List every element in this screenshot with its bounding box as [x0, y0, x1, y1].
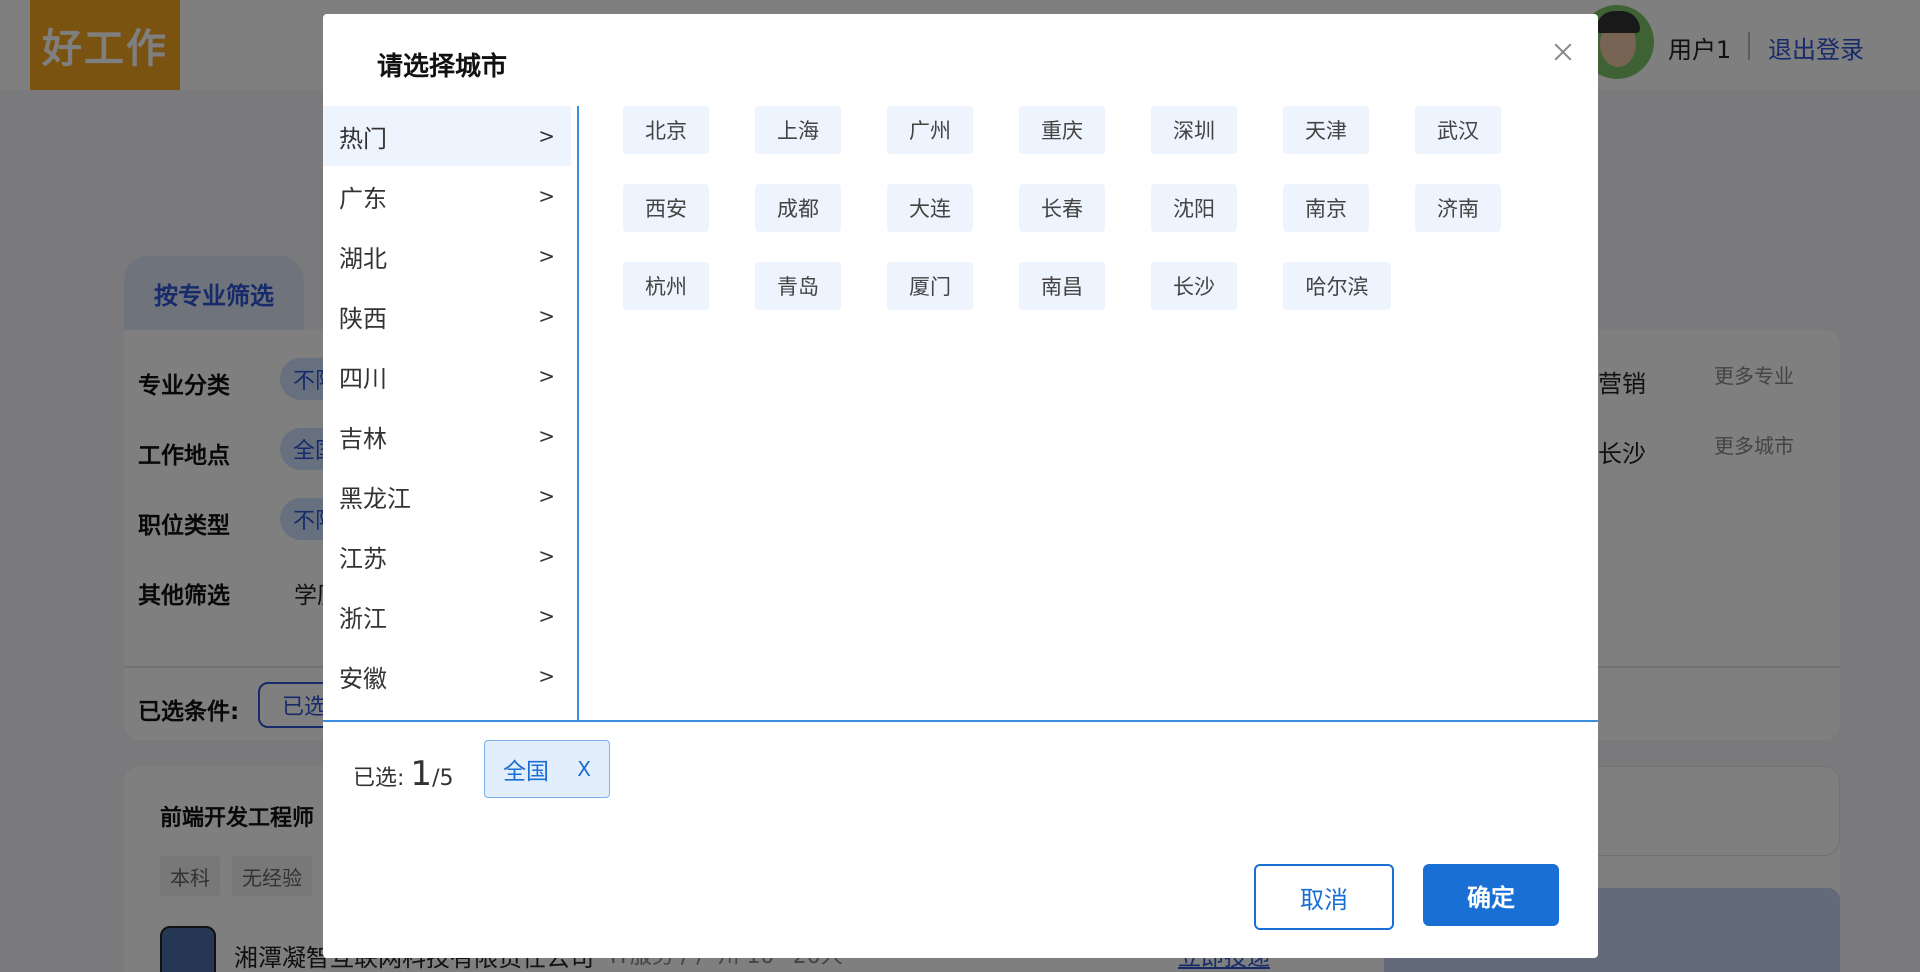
- remove-icon[interactable]: X: [577, 757, 591, 781]
- city-option[interactable]: 南昌: [1019, 262, 1105, 310]
- province-item-anhui[interactable]: 安徽 >: [323, 646, 571, 706]
- chevron-right-icon: >: [538, 604, 555, 628]
- province-label: 广东: [339, 184, 387, 213]
- province-label: 湖北: [339, 244, 387, 273]
- selected-count: 已选: 1 /5: [353, 754, 453, 794]
- chevron-right-icon: >: [538, 304, 555, 328]
- chevron-right-icon: >: [538, 124, 555, 148]
- city-option[interactable]: 上海: [755, 106, 841, 154]
- province-label: 陕西: [339, 304, 387, 333]
- selected-count-number: 1: [410, 754, 433, 794]
- province-item-heilongjiang[interactable]: 黑龙江 >: [323, 466, 571, 526]
- province-label: 热门: [339, 124, 387, 153]
- city-select-dialog: 请选择城市 热门 > 广东 > 湖北 > 陕西 > 四川 > 吉林 > 黑龙江 …: [323, 14, 1598, 958]
- selected-count-label: 已选:: [353, 766, 405, 791]
- chevron-right-icon: >: [538, 664, 555, 688]
- city-option[interactable]: 深圳: [1151, 106, 1237, 154]
- confirm-button[interactable]: 确定: [1423, 864, 1559, 926]
- province-label: 四川: [339, 364, 387, 393]
- city-option[interactable]: 哈尔滨: [1283, 262, 1391, 310]
- city-option[interactable]: 天津: [1283, 106, 1369, 154]
- province-item-jiangsu[interactable]: 江苏 >: [323, 526, 571, 586]
- province-label: 吉林: [339, 424, 387, 453]
- city-option[interactable]: 厦门: [887, 262, 973, 310]
- province-label: 安徽: [339, 664, 387, 693]
- close-icon[interactable]: [1545, 34, 1581, 70]
- city-option[interactable]: 北京: [623, 106, 709, 154]
- chevron-right-icon: >: [538, 484, 555, 508]
- cancel-button[interactable]: 取消: [1254, 864, 1394, 930]
- province-item-sichuan[interactable]: 四川 >: [323, 346, 571, 406]
- province-item-hubei[interactable]: 湖北 >: [323, 226, 571, 286]
- selected-city-chip[interactable]: 全国 X: [484, 740, 610, 798]
- city-option[interactable]: 青岛: [755, 262, 841, 310]
- chevron-right-icon: >: [538, 424, 555, 448]
- city-option[interactable]: 杭州: [623, 262, 709, 310]
- province-item-jilin[interactable]: 吉林 >: [323, 406, 571, 466]
- city-option[interactable]: 广州: [887, 106, 973, 154]
- province-item-hot[interactable]: 热门 >: [323, 106, 571, 166]
- chevron-right-icon: >: [538, 544, 555, 568]
- chevron-right-icon: >: [538, 244, 555, 268]
- city-option[interactable]: 南京: [1283, 184, 1369, 232]
- province-label: 浙江: [339, 604, 387, 633]
- city-option[interactable]: 武汉: [1415, 106, 1501, 154]
- city-option[interactable]: 大连: [887, 184, 973, 232]
- dialog-title: 请选择城市: [377, 52, 508, 82]
- chevron-right-icon: >: [538, 184, 555, 208]
- selected-city-label: 全国: [503, 759, 549, 785]
- city-option[interactable]: 重庆: [1019, 106, 1105, 154]
- city-option[interactable]: 长沙: [1151, 262, 1237, 310]
- city-option[interactable]: 西安: [623, 184, 709, 232]
- city-option[interactable]: 济南: [1415, 184, 1501, 232]
- city-option[interactable]: 沈阳: [1151, 184, 1237, 232]
- selected-count-total: /5: [432, 766, 454, 791]
- chevron-right-icon: >: [538, 364, 555, 388]
- city-option[interactable]: 成都: [755, 184, 841, 232]
- dialog-body: 热门 > 广东 > 湖北 > 陕西 > 四川 > 吉林 > 黑龙江 > 江苏 >…: [323, 106, 1598, 722]
- province-list: 热门 > 广东 > 湖北 > 陕西 > 四川 > 吉林 > 黑龙江 > 江苏 >…: [323, 106, 579, 720]
- province-label: 黑龙江: [339, 484, 411, 513]
- province-item-shaanxi[interactable]: 陕西 >: [323, 286, 571, 346]
- province-item-zhejiang[interactable]: 浙江 >: [323, 586, 571, 646]
- province-label: 江苏: [339, 544, 387, 573]
- city-option[interactable]: 长春: [1019, 184, 1105, 232]
- province-item-guangdong[interactable]: 广东 >: [323, 166, 571, 226]
